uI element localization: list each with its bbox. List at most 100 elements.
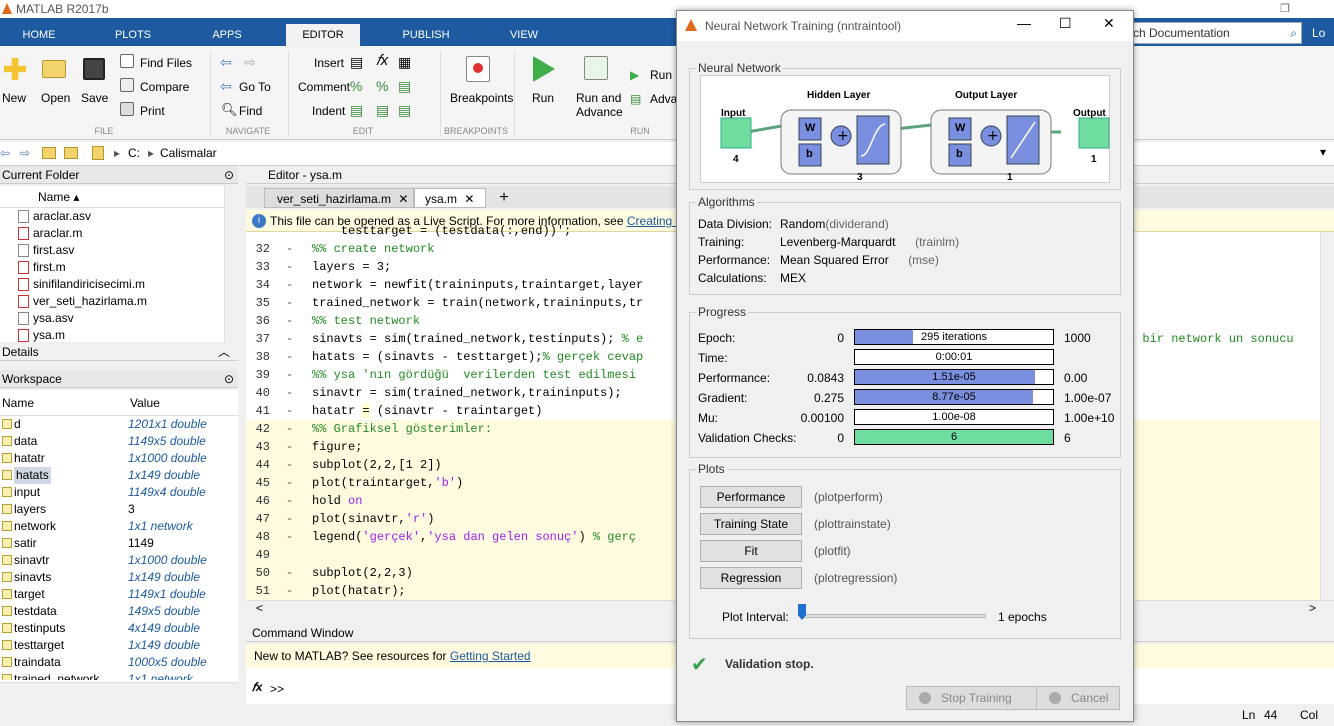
breakpoint-gutter[interactable]: - [286,584,293,598]
table-row[interactable]: sinavts 1x149 double [0,569,238,586]
plot-button-plotregression[interactable]: Regression [700,567,802,589]
table-row[interactable]: trained_network 1x1 network [0,671,238,680]
run-and-advance-icon[interactable] [584,56,608,80]
new-icon[interactable] [4,58,26,80]
new-tab-button[interactable]: + [490,188,518,208]
breakpoint-gutter[interactable]: - [286,476,293,490]
insert-section-icon[interactable]: ▤ [350,54,363,71]
breakpoint-gutter[interactable]: - [286,458,293,472]
breakpoint-gutter[interactable]: - [286,314,293,328]
up-folder-icon[interactable] [42,147,56,159]
breakpoint-gutter[interactable]: - [286,368,293,382]
plot-button-plotfit[interactable]: Fit [700,540,802,562]
breakpoint-gutter[interactable]: - [286,440,293,454]
table-row[interactable]: hatatr 1x1000 double [0,450,238,467]
run-icon[interactable] [533,56,555,82]
tab-ver-seti-hazirlama[interactable]: ver_seti_hazirlama.m ✕ [264,188,414,208]
table-row[interactable]: d 1201x1 double [0,416,238,433]
panel-menu-icon[interactable]: ⊙ [224,370,234,388]
tab-home[interactable]: HOME [8,24,70,46]
list-item[interactable]: araclar.m [0,225,238,242]
path-dropdown-icon[interactable]: ▾ [1320,145,1326,159]
getting-started-link[interactable]: Getting Started [450,649,531,663]
smart-indent-icon[interactable]: ▤ [350,102,363,119]
column-header-name[interactable]: Name [2,390,34,416]
restore-icon[interactable]: ❐ [1280,2,1290,15]
horizontal-scrollbar[interactable] [0,682,238,696]
browse-folder-icon[interactable] [64,147,78,159]
breakpoint-gutter[interactable]: - [286,350,293,364]
advance-icon[interactable]: ▤ [630,92,641,106]
comment-percent-icon[interactable]: % [350,78,362,94]
plot-button-plotperform[interactable]: Performance [700,486,802,508]
compare-button[interactable]: Compare [140,80,189,94]
breakpoint-gutter[interactable]: - [286,278,293,292]
table-row[interactable]: layers 3 [0,501,238,518]
editor-scrollbar[interactable] [1320,232,1334,600]
details-header[interactable]: Details ︿ [0,343,238,361]
path-folder[interactable]: Calismalar [160,146,217,160]
list-item[interactable]: ysa.asv [0,310,238,327]
run-section-button[interactable]: Run [650,68,672,82]
print-button[interactable]: Print [140,104,165,118]
save-button[interactable]: Save [81,91,108,105]
fx-icon[interactable]: 𝑓x [376,52,388,69]
wrap-comment-icon[interactable]: ▤ [398,78,411,95]
new-button[interactable]: New [2,91,26,105]
plot-button-plottrainstate[interactable]: Training State [700,513,802,535]
search-documentation-input[interactable]: rch Documentation ⌕ [1120,22,1302,44]
search-icon[interactable]: ⌕ [1290,23,1297,43]
minimize-icon[interactable]: — [1017,15,1031,31]
save-icon[interactable] [83,58,105,80]
tab-apps[interactable]: APPS [196,24,258,46]
scrollbar[interactable] [224,186,238,342]
forward-icon[interactable]: ⇨ [20,146,30,160]
open-button[interactable]: Open [41,91,70,105]
run-button[interactable]: Run [532,91,554,105]
panel-menu-icon[interactable]: ⊙ [224,166,234,184]
find-button[interactable]: Find [239,104,262,118]
list-item[interactable]: sinifilandiricisecimi.m [0,276,238,293]
column-header-value[interactable]: Value [130,390,160,416]
back-icon[interactable]: ⇦ [0,146,10,160]
table-row[interactable]: testinputs 4x149 double [0,620,238,637]
go-to-button[interactable]: Go To [239,80,271,94]
table-row[interactable]: satir 1149 [0,535,238,552]
list-item[interactable]: first.asv [0,242,238,259]
list-item[interactable]: ver_seti_hazirlama.m [0,293,238,310]
column-header-name[interactable]: Name ▴ [0,186,238,208]
table-row[interactable]: data 1149x5 double [0,433,238,450]
uncomment-icon[interactable]: % [376,78,388,94]
breakpoint-gutter[interactable]: - [286,332,293,346]
insert-function-icon[interactable]: ▦ [398,54,411,71]
list-item[interactable]: first.m [0,259,238,276]
open-folder-icon[interactable] [42,60,66,78]
run-and-advance-button[interactable]: Run and Advance [576,91,623,119]
advance-button[interactable]: Adva [650,92,677,106]
table-row[interactable]: input 1149x4 double [0,484,238,501]
breakpoint-gutter[interactable]: - [286,530,293,544]
breakpoints-button[interactable]: Breakpoints [450,91,513,105]
breakpoint-gutter[interactable]: - [286,260,293,274]
path-drive[interactable]: C: [128,146,140,160]
table-row[interactable]: testdata 149x5 double [0,603,238,620]
tab-publish[interactable]: PUBLISH [390,24,462,46]
back-arrow-icon[interactable]: ⇦ [220,54,232,71]
find-files-button[interactable]: Find Files [140,56,192,70]
tab-view[interactable]: VIEW [490,24,558,46]
insert-button[interactable]: Insert [314,56,344,70]
run-section-icon[interactable]: ▶ [630,68,639,82]
maximize-icon[interactable]: ☐ [1059,15,1072,32]
breakpoints-icon[interactable] [466,56,490,82]
table-row[interactable]: testtarget 1x149 double [0,637,238,654]
tab-plots[interactable]: PLOTS [100,24,166,46]
list-item[interactable]: ysa.m [0,327,238,344]
cancel-button[interactable]: Cancel [1036,686,1120,710]
breakpoint-gutter[interactable]: - [286,512,293,526]
login-link[interactable]: Lo [1312,26,1325,40]
breakpoint-gutter[interactable]: - [286,422,293,436]
table-row[interactable]: target 1149x1 double [0,586,238,603]
breakpoint-gutter[interactable]: - [286,566,293,580]
tab-ysa[interactable]: ysa.m ✕ [414,188,486,208]
indent-button[interactable]: Indent [312,104,345,118]
